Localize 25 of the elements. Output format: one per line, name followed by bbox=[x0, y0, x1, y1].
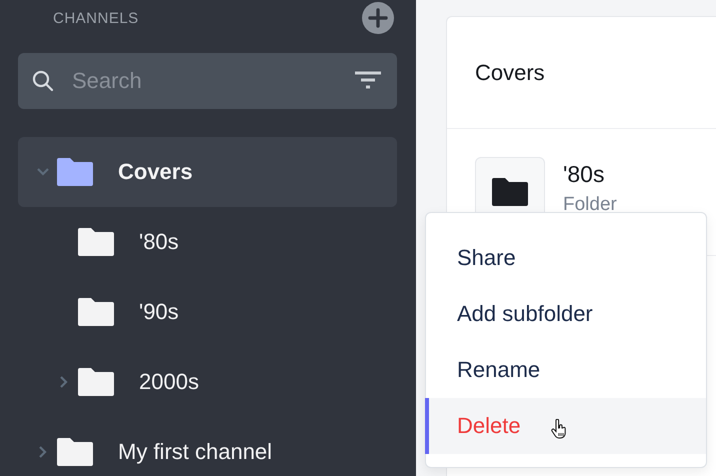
folder-icon bbox=[57, 438, 93, 466]
search-field[interactable]: Search bbox=[70, 67, 338, 95]
hand-cursor-icon bbox=[550, 419, 567, 439]
sidebar-heading: CHANNELS bbox=[53, 10, 139, 26]
folder-icon bbox=[78, 298, 114, 326]
filter-icon[interactable] bbox=[354, 71, 382, 91]
add-icon[interactable] bbox=[362, 2, 394, 34]
tree-item[interactable]: My first channel bbox=[18, 417, 397, 476]
tree-item[interactable]: '80s bbox=[18, 207, 397, 277]
tree-item[interactable]: '90s bbox=[18, 277, 397, 347]
menu-item[interactable]: Share bbox=[425, 230, 706, 286]
folder-type: Folder bbox=[563, 194, 617, 216]
folder-icon bbox=[492, 178, 528, 206]
menu-item[interactable]: Delete bbox=[425, 398, 706, 454]
menu-item[interactable]: Rename bbox=[425, 342, 706, 398]
tree-item[interactable]: Covers bbox=[18, 137, 397, 207]
folder-icon bbox=[78, 368, 114, 396]
folder-icon bbox=[78, 228, 114, 256]
folder-name[interactable]: '80s bbox=[563, 161, 617, 188]
content-title: Covers bbox=[475, 60, 545, 86]
tree-item[interactable]: 2000s bbox=[18, 347, 397, 417]
folder-icon bbox=[57, 158, 93, 186]
menu-item[interactable]: Add subfolder bbox=[425, 286, 706, 342]
search-icon bbox=[32, 70, 54, 92]
search-bar[interactable]: Search bbox=[18, 53, 397, 109]
